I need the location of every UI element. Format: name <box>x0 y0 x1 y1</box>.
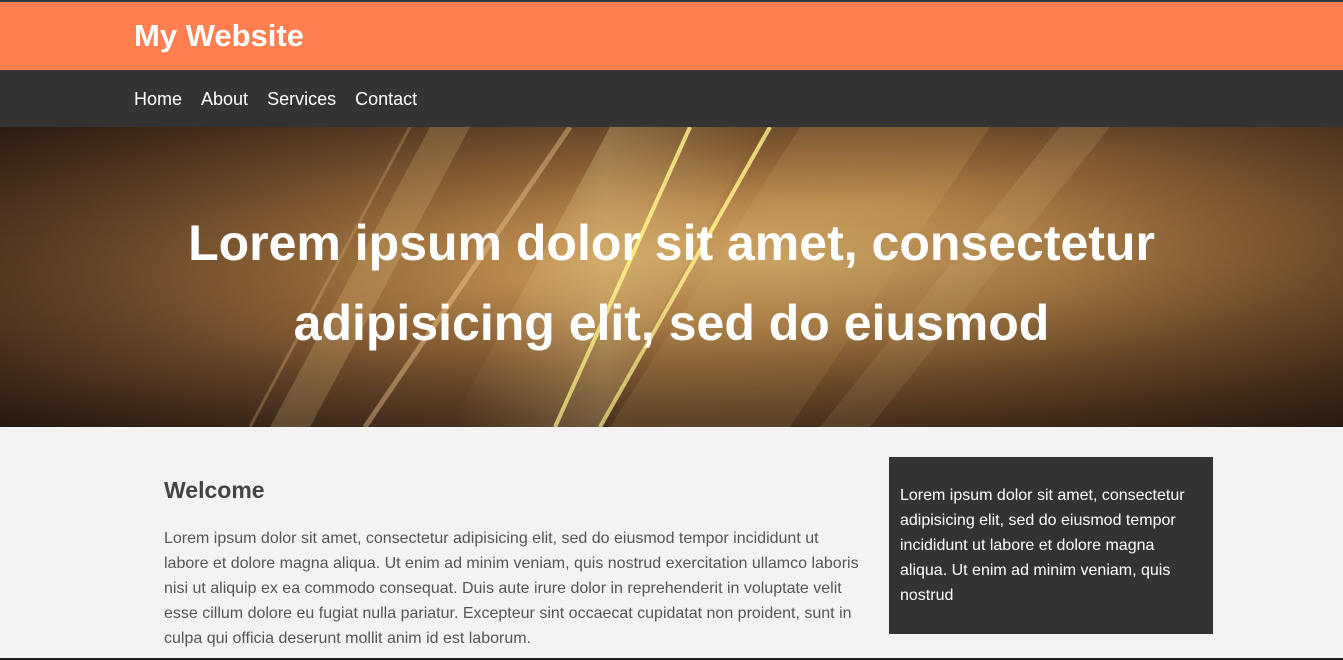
hero-banner: Lorem ipsum dolor sit amet, consectetur … <box>0 127 1343 427</box>
welcome-paragraph: Lorem ipsum dolor sit amet, consectetur … <box>164 530 859 647</box>
nav-list: Home About Services Contact <box>134 70 436 127</box>
hero-heading: Lorem ipsum dolor sit amet, consectetur … <box>188 215 1155 351</box>
sidebar-text: Lorem ipsum dolor sit amet, consectetur … <box>900 487 1185 604</box>
nav-link-services[interactable]: Services <box>267 89 336 109</box>
nav-link-home[interactable]: Home <box>134 89 182 109</box>
main-article: Welcome Lorem ipsum dolor sit amet, cons… <box>164 476 864 651</box>
content-area: Welcome Lorem ipsum dolor sit amet, cons… <box>0 427 1343 660</box>
welcome-heading: Welcome <box>164 477 265 503</box>
main-nav: Home About Services Contact <box>0 70 1343 127</box>
site-title: My Website <box>134 18 304 53</box>
sidebar-box: Lorem ipsum dolor sit amet, consectetur … <box>889 457 1213 634</box>
nav-link-contact[interactable]: Contact <box>355 89 417 109</box>
site-header: My Website <box>0 2 1343 70</box>
nav-link-about[interactable]: About <box>201 89 248 109</box>
